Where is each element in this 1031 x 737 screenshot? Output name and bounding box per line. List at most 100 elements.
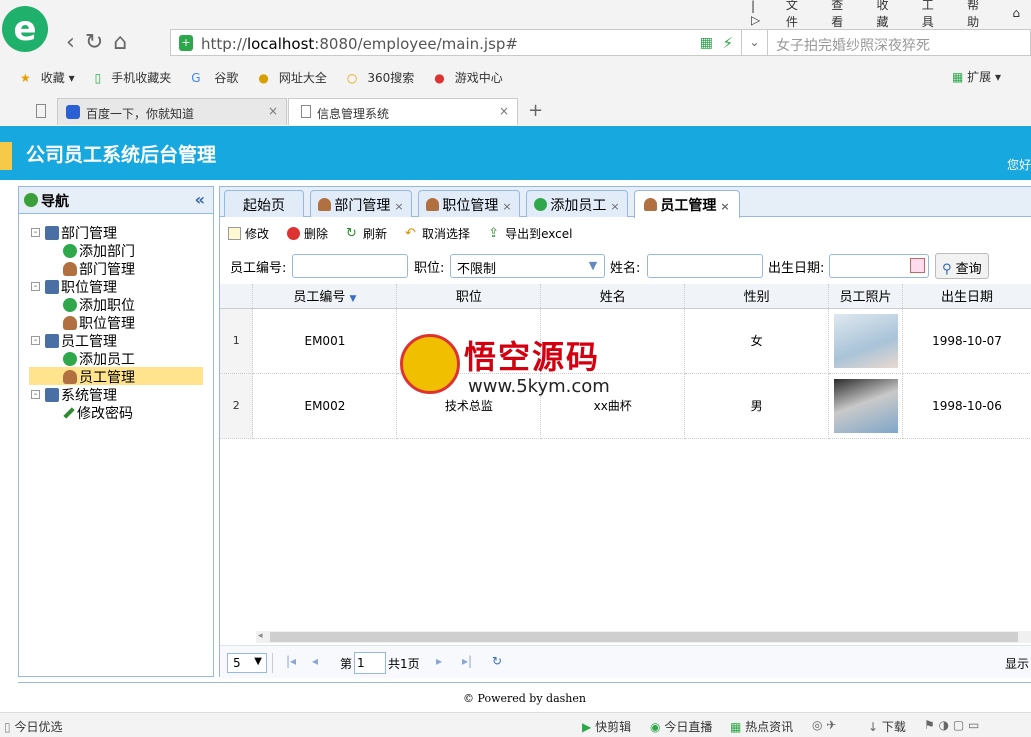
tab-employee-manage[interactable]: 员工管理 × [634, 190, 740, 218]
refresh-button[interactable]: ↻ 刷新 [346, 225, 387, 242]
tab-list-icon[interactable] [36, 104, 46, 118]
close-icon[interactable]: × [268, 104, 278, 118]
tree-item-add-dept[interactable]: 添加部门 [63, 241, 135, 260]
page-number-input[interactable]: 1 [354, 652, 386, 674]
today-picks[interactable]: ▯ 今日优选 [4, 718, 62, 735]
tree-item-add-employee[interactable]: 添加员工 [63, 349, 135, 368]
position-select[interactable]: 不限制 ▼ [450, 254, 605, 278]
refresh-icon[interactable]: ↻ [85, 30, 103, 55]
scroll-left-icon[interactable]: ◂ [258, 631, 263, 641]
address-dropdown-icon[interactable]: ⌄ [742, 29, 768, 56]
tree-item-employee[interactable]: 员工管理 [45, 331, 117, 350]
browser-logo-icon: e [2, 6, 48, 52]
menu-help[interactable]: 帮助 [956, 0, 1001, 30]
back-icon[interactable]: ‹ [66, 30, 75, 55]
close-icon[interactable]: × [720, 200, 729, 213]
tree-item-system[interactable]: 系统管理 [45, 385, 117, 404]
url-text[interactable]: http://localhost:8080/employee/main.jsp# [201, 35, 518, 53]
address-bar[interactable]: + http://localhost:8080/employee/main.js… [170, 29, 742, 56]
qr-code-icon[interactable]: ▦ [700, 35, 713, 51]
hot-news[interactable]: ▦ 热点资讯 [730, 718, 793, 735]
skin-icon[interactable]: ⌂ [1001, 6, 1031, 20]
tool-icons[interactable]: ⚑ ◑ ▢ ▭ [924, 718, 979, 732]
tab-position[interactable]: 职位管理 × [418, 190, 520, 217]
scrollbar-thumb[interactable] [270, 632, 1018, 642]
menu-view[interactable]: 查看 [820, 0, 865, 30]
close-icon[interactable]: × [499, 104, 509, 118]
baidu-icon [66, 105, 80, 119]
column-header-photo[interactable]: 员工照片 [828, 284, 904, 309]
browser-menubar: |▷ 文件 查看 收藏 工具 帮助 ⌂ [740, 0, 1031, 29]
column-header-name[interactable]: 姓名 [540, 284, 686, 309]
browser-tab-baidu[interactable]: 百度一下，你就知道 × [57, 98, 287, 125]
edit-button[interactable]: 修改 [228, 225, 269, 242]
prev-page-icon[interactable]: ◂ [312, 654, 318, 668]
browser-tab-system[interactable]: 信息管理系统 × [288, 98, 518, 125]
bookmark-google[interactable]: G 谷歌 [181, 69, 238, 86]
tree-item-position[interactable]: 职位管理 [45, 277, 117, 296]
lightning-icon[interactable]: ⚡ [722, 34, 733, 52]
tab-home[interactable]: 起始页 [224, 190, 304, 217]
column-header-emp-no[interactable]: 员工编号 ▼ [252, 284, 398, 309]
page-prefix: 第 [340, 657, 353, 671]
search-input[interactable]: 女子拍完婚纱照深夜猝死 [768, 29, 1031, 56]
column-header-position[interactable]: 职位 [396, 284, 542, 309]
menu-favorites[interactable]: 收藏 [865, 0, 910, 30]
birth-label: 出生日期: [768, 261, 825, 276]
tree-item-dept-manage[interactable]: 部门管理 [63, 259, 135, 278]
collapse-icon[interactable]: « [195, 190, 205, 209]
nav-buttons: ‹ ↻ ⌂ [66, 30, 127, 55]
close-icon[interactable]: × [394, 200, 403, 213]
status-icons[interactable]: ◎ ✈ [812, 718, 836, 732]
tree-item-dept[interactable]: 部门管理 [45, 223, 117, 242]
monkey-logo-icon [400, 334, 460, 394]
next-page-icon[interactable]: ▸ [436, 654, 442, 668]
export-excel-button[interactable]: ⇪ 导出到excel [488, 225, 572, 242]
extensions-menu[interactable]: ▦ 扩展 ▾ [952, 68, 1001, 85]
close-icon[interactable]: × [610, 200, 619, 213]
reload-icon[interactable]: ↻ [492, 654, 502, 668]
delete-button[interactable]: 删除 [287, 225, 328, 242]
user-icon [63, 370, 77, 384]
birth-input[interactable] [829, 254, 929, 278]
quick-edit[interactable]: ▶ 快剪辑 [582, 718, 631, 735]
first-page-icon[interactable]: |◂ [286, 654, 296, 668]
tree-item-position-manage[interactable]: 职位管理 [63, 313, 135, 332]
today-live[interactable]: ◉ 今日直播 [650, 718, 712, 735]
menu-tools[interactable]: 工具 [911, 0, 956, 30]
close-icon[interactable]: × [502, 200, 511, 213]
home-icon[interactable]: ⌂ [113, 30, 127, 55]
chevron-down-icon[interactable]: ▼ [585, 257, 601, 275]
tab-add-employee[interactable]: 添加员工 × [526, 190, 628, 217]
tab-dept[interactable]: 部门管理 × [310, 190, 412, 217]
last-page-icon[interactable]: ▸| [462, 654, 472, 668]
bookmark-hao[interactable]: ● 网址大全 [248, 69, 327, 86]
tree-item-add-position[interactable]: 添加职位 [63, 295, 135, 314]
query-button[interactable]: ⚲ 查询 [935, 253, 989, 279]
bookmark-games[interactable]: ● 游戏中心 [424, 69, 503, 86]
cancel-select-button[interactable]: ↶ 取消选择 [405, 225, 470, 242]
user-icon [63, 262, 77, 276]
horizontal-scrollbar[interactable]: ◂ [256, 631, 1031, 643]
page-size-select[interactable]: 5 ▼ [227, 653, 267, 673]
bookmark-favorites[interactable]: ★ 收藏 ▾ [10, 69, 75, 86]
column-header-gender[interactable]: 性别 [684, 284, 830, 309]
tree-item-change-password[interactable]: 修改密码 [63, 403, 133, 422]
column-header-birth[interactable]: 出生日期 [902, 284, 1031, 309]
expand-icon[interactable]: - [31, 282, 40, 292]
calendar-icon[interactable] [910, 258, 925, 273]
name-input[interactable] [647, 254, 763, 278]
emp-no-input[interactable] [292, 254, 408, 278]
user-icon [644, 198, 658, 211]
bookmark-360[interactable]: ○ 360搜索 [337, 69, 414, 86]
tree-item-employee-manage[interactable]: 员工管理 [29, 367, 203, 386]
download[interactable]: ↓ 下载 [868, 718, 906, 735]
bookmark-mobile[interactable]: ▯ 手机收藏夹 [85, 69, 172, 86]
expand-icon[interactable]: - [31, 390, 40, 400]
menu-file[interactable]: 文件 [775, 0, 820, 30]
new-tab-icon[interactable]: + [528, 100, 543, 121]
expand-icon[interactable]: - [31, 228, 40, 238]
page-icon [301, 105, 311, 118]
sidebar-toggle-icon[interactable]: |▷ [740, 0, 775, 27]
expand-icon[interactable]: - [31, 336, 40, 346]
